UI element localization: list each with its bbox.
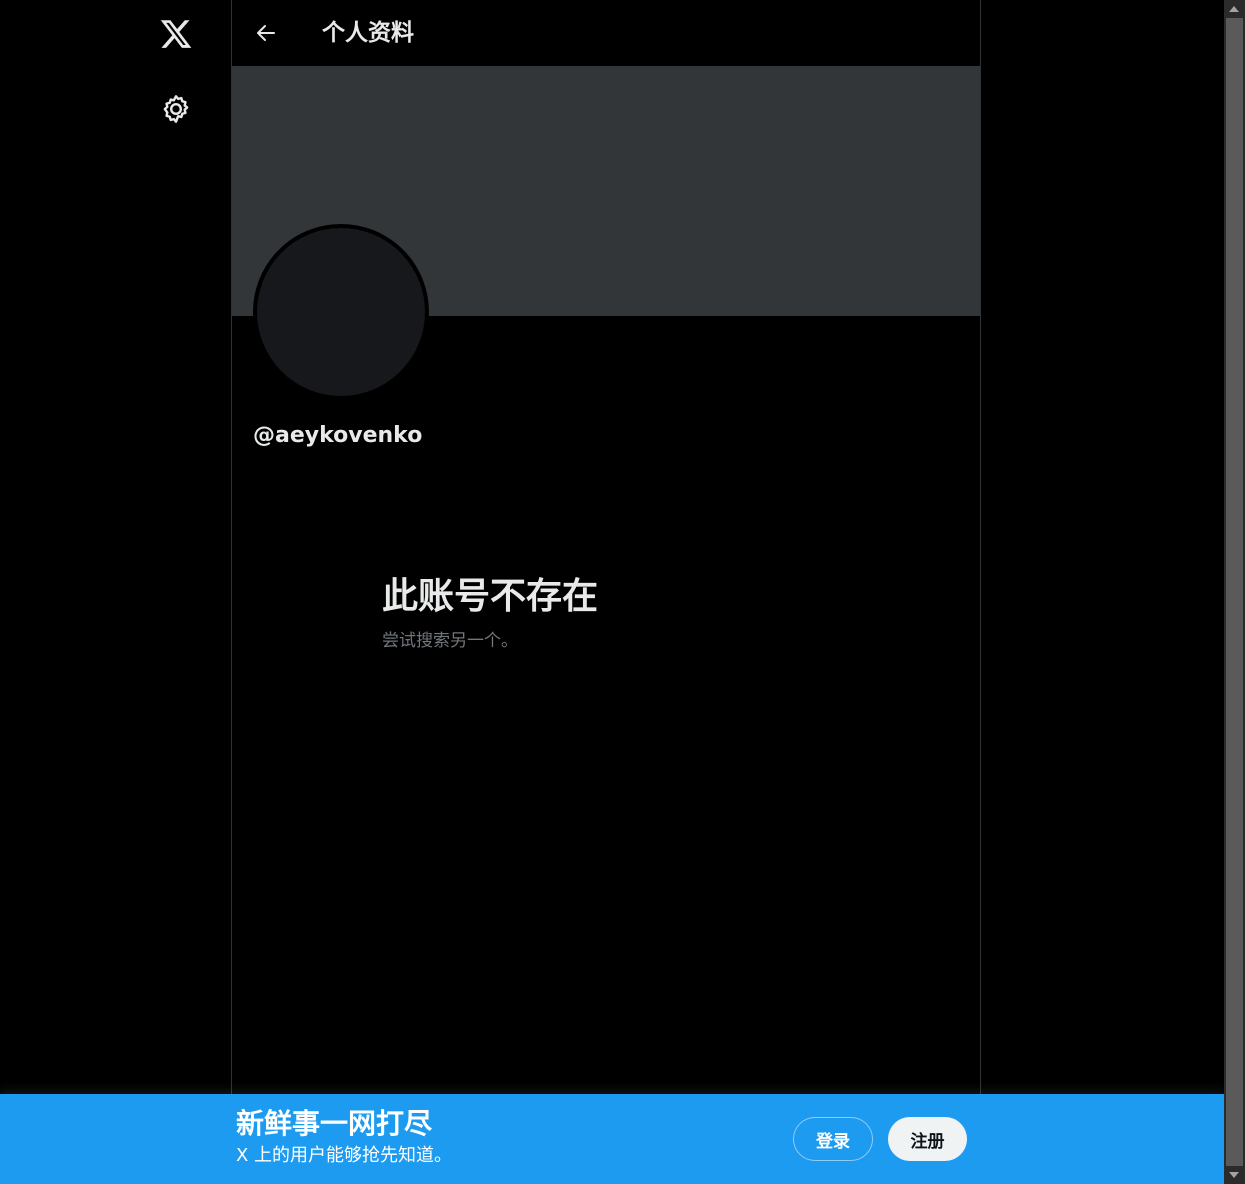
empty-state-title: 此账号不存在 bbox=[382, 576, 599, 617]
left-nav bbox=[0, 0, 231, 1094]
signup-prompt-bar: 新鲜事一网打尽 X 上的用户能够抢先知道。 登录 注册 bbox=[0, 1094, 1224, 1184]
empty-state-subtitle: 尝试搜索另一个。 bbox=[382, 631, 518, 651]
scrollbar[interactable] bbox=[1224, 0, 1245, 1184]
login-button[interactable]: 登录 bbox=[793, 1117, 873, 1161]
scroll-up-arrow-icon[interactable] bbox=[1229, 6, 1239, 12]
prompt-title: 新鲜事一网打尽 bbox=[236, 1107, 433, 1140]
back-arrow-icon[interactable] bbox=[254, 21, 278, 45]
page-title: 个人资料 bbox=[322, 20, 414, 46]
main-column: 个人资料 @aeykovenko 此账号不存在 尝试搜索另一个。 bbox=[231, 0, 981, 1094]
scroll-thumb[interactable] bbox=[1226, 18, 1243, 1166]
settings-icon[interactable] bbox=[160, 93, 192, 125]
x-logo-icon[interactable] bbox=[159, 17, 193, 51]
avatar bbox=[253, 224, 429, 400]
page-header: 个人资料 bbox=[232, 0, 980, 66]
signup-button[interactable]: 注册 bbox=[888, 1117, 967, 1161]
scroll-down-arrow-icon[interactable] bbox=[1229, 1172, 1239, 1178]
profile-handle: @aeykovenko bbox=[253, 423, 423, 448]
prompt-subtitle: X 上的用户能够抢先知道。 bbox=[236, 1145, 453, 1166]
